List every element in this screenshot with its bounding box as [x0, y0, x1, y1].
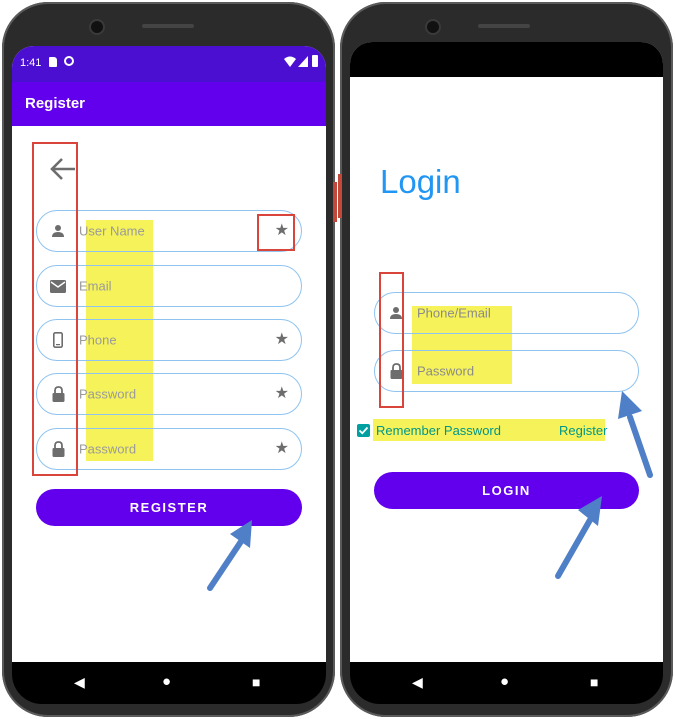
- star-icon: ★: [274, 440, 289, 457]
- sync-icon: [64, 56, 74, 66]
- wifi-icon: [284, 56, 296, 67]
- nav-home-icon[interactable]: ●: [162, 674, 171, 689]
- check-icon: [358, 426, 369, 435]
- nav-back-icon[interactable]: ◀: [74, 675, 85, 689]
- nav-recents-icon[interactable]: ■: [590, 675, 598, 689]
- navigation-bar: ◀ ● ■: [12, 662, 326, 704]
- camera-icon: [425, 19, 441, 35]
- app-bar: Register: [12, 82, 326, 126]
- email-placeholder: Email: [79, 278, 112, 294]
- speaker-grille: [142, 24, 194, 28]
- phone-placeholder: Phone: [79, 332, 117, 348]
- register-link[interactable]: Register: [559, 423, 607, 438]
- navigation-bar: ◀ ● ■: [350, 662, 663, 704]
- phone-email-placeholder: Phone/Email: [417, 305, 491, 321]
- nav-back-icon[interactable]: ◀: [412, 675, 423, 689]
- nav-recents-icon[interactable]: ■: [252, 675, 260, 689]
- login-phone-frame: Login Phone/Email Password Remember Pass…: [338, 2, 673, 717]
- annotation-arrow: [618, 391, 653, 478]
- sd-card-icon: [49, 57, 57, 67]
- login-screen: Login Phone/Email Password Remember Pass…: [350, 42, 663, 666]
- password-placeholder: Password: [417, 363, 475, 379]
- nav-home-icon[interactable]: ●: [500, 674, 509, 689]
- remember-checkbox[interactable]: [357, 424, 370, 437]
- annotation-box-icons: [32, 142, 78, 476]
- annotation-box-star: [257, 214, 295, 251]
- star-icon: ★: [274, 385, 289, 402]
- register-phone-frame: 1:41 Register User Name ★ Email Phone ★ …: [2, 2, 337, 717]
- status-time: 1:41: [20, 57, 42, 69]
- username-placeholder: User Name: [79, 223, 145, 239]
- annotation-arrow: [555, 496, 602, 579]
- battery-icon: [312, 55, 318, 67]
- speaker-grille: [478, 24, 530, 28]
- volume-button: [338, 174, 342, 218]
- password-placeholder: Password: [79, 386, 137, 402]
- app-bar-title: Register: [25, 95, 86, 112]
- phone-email-field[interactable]: Phone/Email: [374, 292, 639, 334]
- register-screen: 1:41 Register User Name ★ Email Phone ★ …: [12, 46, 326, 667]
- annotation-box-icons: [379, 272, 404, 408]
- remember-label: Remember Password: [376, 423, 501, 438]
- status-bar: 1:41: [12, 46, 326, 82]
- register-button[interactable]: REGISTER: [36, 489, 302, 526]
- star-icon: ★: [274, 331, 289, 348]
- annotation-arrow: [207, 520, 252, 591]
- status-bar: [350, 42, 663, 77]
- password-field[interactable]: Password: [374, 350, 639, 392]
- login-title: Login: [380, 163, 461, 200]
- camera-icon: [89, 19, 105, 35]
- confirm-password-placeholder: Password: [79, 441, 137, 457]
- signal-icon: [298, 56, 308, 67]
- power-button: [333, 182, 337, 222]
